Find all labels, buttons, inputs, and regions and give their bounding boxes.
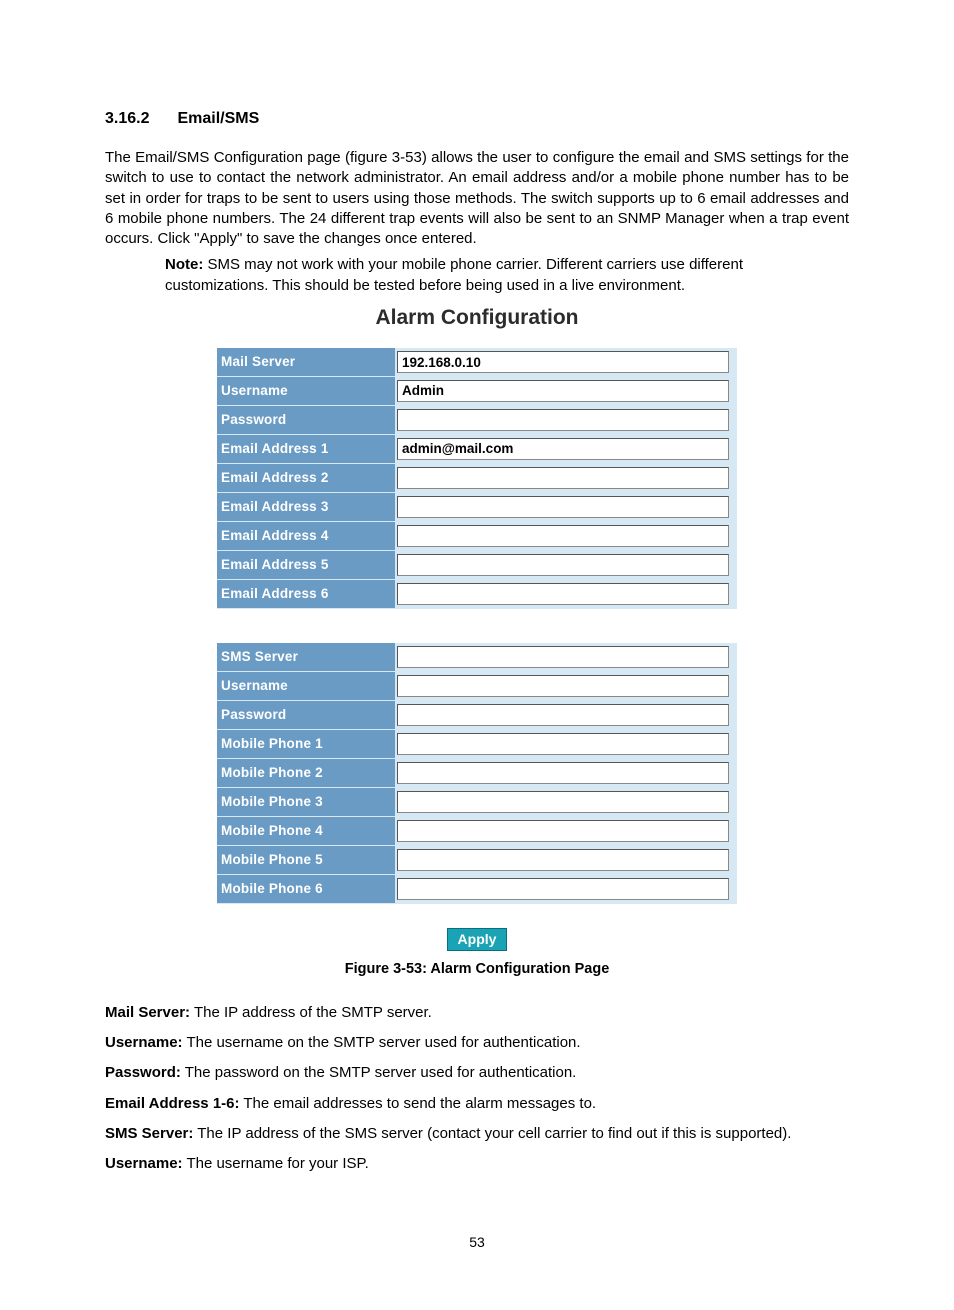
label-phone-2: Mobile Phone 2 xyxy=(217,758,395,787)
input-email-5[interactable] xyxy=(397,554,729,576)
label-phone-4: Mobile Phone 4 xyxy=(217,816,395,845)
input-email-6[interactable] xyxy=(397,583,729,605)
input-phone-6[interactable] xyxy=(397,878,729,900)
table-row: Email Address 3 xyxy=(217,492,737,521)
input-sms-password[interactable] xyxy=(397,704,729,726)
table-row: Username xyxy=(217,376,737,405)
def-desc: The IP address of the SMTP server. xyxy=(190,1004,432,1021)
table-row: Mobile Phone 5 xyxy=(217,845,737,874)
input-email-2[interactable] xyxy=(397,467,729,489)
def-desc: The email addresses to send the alarm me… xyxy=(240,1095,597,1112)
label-phone-3: Mobile Phone 3 xyxy=(217,787,395,816)
figure-alarm-config: Alarm Configuration Mail Server Username… xyxy=(217,306,737,951)
table-row: Mobile Phone 3 xyxy=(217,787,737,816)
section-number: 3.16.2 xyxy=(105,110,149,128)
table-row: Mobile Phone 4 xyxy=(217,816,737,845)
input-sms-server[interactable] xyxy=(397,646,729,668)
def-desc: The username for your ISP. xyxy=(183,1155,369,1172)
input-username[interactable] xyxy=(397,380,729,402)
def-desc: The password on the SMTP server used for… xyxy=(181,1064,577,1081)
def-desc: The IP address of the SMS server (contac… xyxy=(193,1125,791,1142)
label-email-5: Email Address 5 xyxy=(217,550,395,579)
label-password: Password xyxy=(217,405,395,434)
table-row: Username xyxy=(217,671,737,700)
label-email-1: Email Address 1 xyxy=(217,434,395,463)
apply-button[interactable]: Apply xyxy=(447,928,508,951)
input-phone-1[interactable] xyxy=(397,733,729,755)
input-mail-server[interactable] xyxy=(397,351,729,373)
label-phone-6: Mobile Phone 6 xyxy=(217,874,395,903)
def-term: Mail Server: xyxy=(105,1004,190,1021)
label-sms-password: Password xyxy=(217,700,395,729)
page-number: 53 xyxy=(105,1234,849,1250)
note-block: Note: SMS may not work with your mobile … xyxy=(165,255,789,296)
table-row: Email Address 5 xyxy=(217,550,737,579)
input-password[interactable] xyxy=(397,409,729,431)
table-row: Password xyxy=(217,700,737,729)
def-term: Username: xyxy=(105,1155,183,1172)
table-row: Email Address 4 xyxy=(217,521,737,550)
input-sms-username[interactable] xyxy=(397,675,729,697)
def-term: Username: xyxy=(105,1034,183,1051)
table-row: Email Address 1 xyxy=(217,434,737,463)
sms-config-table: SMS Server Username Password Mobile Phon… xyxy=(217,643,737,904)
label-phone-1: Mobile Phone 1 xyxy=(217,729,395,758)
table-row: Email Address 6 xyxy=(217,579,737,608)
label-email-3: Email Address 3 xyxy=(217,492,395,521)
label-sms-server: SMS Server xyxy=(217,643,395,672)
email-config-table: Mail Server Username Password Email Addr… xyxy=(217,348,737,609)
input-phone-2[interactable] xyxy=(397,762,729,784)
label-username: Username xyxy=(217,376,395,405)
figure-caption: Figure 3-53: Alarm Configuration Page xyxy=(105,961,849,977)
label-mail-server: Mail Server xyxy=(217,348,395,377)
label-phone-5: Mobile Phone 5 xyxy=(217,845,395,874)
section-title: Email/SMS xyxy=(177,110,259,127)
input-phone-5[interactable] xyxy=(397,849,729,871)
label-email-2: Email Address 2 xyxy=(217,463,395,492)
intro-paragraph: The Email/SMS Configuration page (figure… xyxy=(105,148,849,249)
label-sms-username: Username xyxy=(217,671,395,700)
table-row: Password xyxy=(217,405,737,434)
note-label: Note: xyxy=(165,256,203,273)
input-email-4[interactable] xyxy=(397,525,729,547)
note-text: SMS may not work with your mobile phone … xyxy=(165,256,743,293)
def-term: SMS Server: xyxy=(105,1125,193,1142)
table-row: SMS Server xyxy=(217,643,737,672)
table-row: Email Address 2 xyxy=(217,463,737,492)
def-term: Password: xyxy=(105,1064,181,1081)
definitions-block: Mail Server: The IP address of the SMTP … xyxy=(105,1003,849,1175)
section-heading: 3.16.2 Email/SMS xyxy=(105,110,849,128)
input-email-1[interactable] xyxy=(397,438,729,460)
label-email-6: Email Address 6 xyxy=(217,579,395,608)
input-email-3[interactable] xyxy=(397,496,729,518)
input-phone-4[interactable] xyxy=(397,820,729,842)
table-row: Mobile Phone 6 xyxy=(217,874,737,903)
table-row: Mobile Phone 2 xyxy=(217,758,737,787)
def-desc: The username on the SMTP server used for… xyxy=(183,1034,581,1051)
table-row: Mobile Phone 1 xyxy=(217,729,737,758)
input-phone-3[interactable] xyxy=(397,791,729,813)
def-term: Email Address 1-6: xyxy=(105,1095,240,1112)
label-email-4: Email Address 4 xyxy=(217,521,395,550)
alarm-config-heading: Alarm Configuration xyxy=(217,306,737,330)
table-row: Mail Server xyxy=(217,348,737,377)
